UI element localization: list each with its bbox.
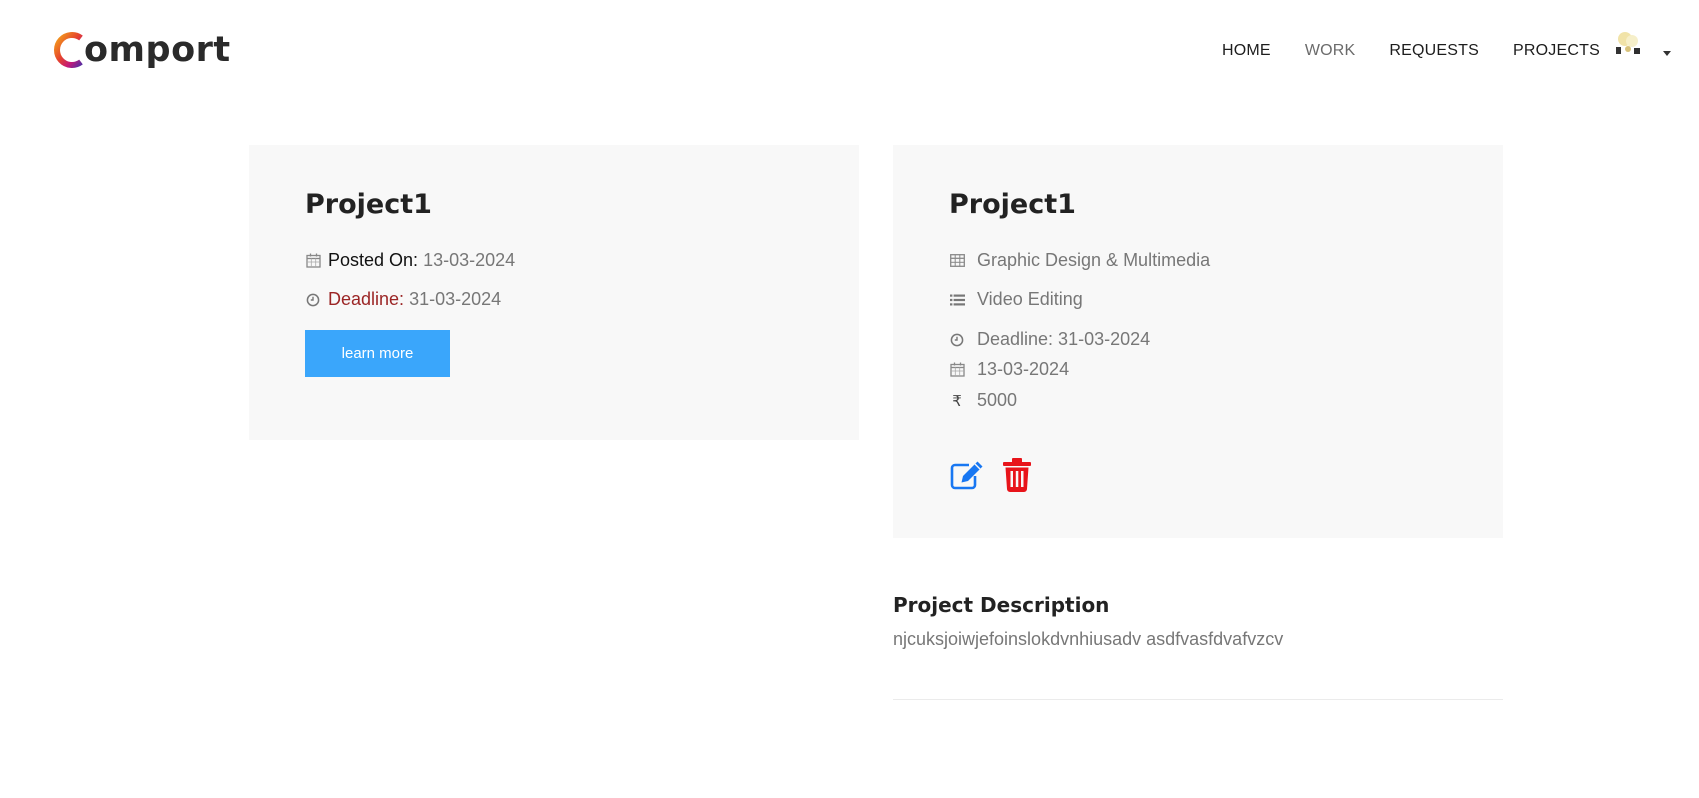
calendar-icon (949, 362, 965, 378)
nav-work[interactable]: WORK (1305, 42, 1356, 60)
list-icon (949, 292, 965, 308)
chevron-down-icon[interactable] (1663, 51, 1671, 56)
deadline-label: Deadline: (328, 289, 405, 309)
posted-on-value: 13-03-2024 (423, 250, 516, 270)
nav-home[interactable]: HOME (1222, 42, 1271, 60)
divider (893, 699, 1503, 700)
subcategory-row: Video Editing (949, 289, 1083, 310)
category-text: Graphic Design & Multimedia (977, 250, 1211, 270)
project-description-title: Project Description (893, 593, 1110, 617)
avatar[interactable] (1612, 29, 1646, 57)
posted-row: 13-03-2024 (949, 359, 1069, 380)
logo-text: omport (84, 30, 231, 70)
budget-row: ₹ 5000 (949, 390, 1017, 411)
deadline-row: Deadline: 31-03-2024 (949, 329, 1150, 350)
rupee-icon: ₹ (952, 392, 962, 410)
nav-requests[interactable]: REQUESTS (1389, 42, 1479, 60)
deadline-value: 31-03-2024 (409, 289, 502, 309)
project-title: Project1 (305, 189, 432, 220)
deadline-text: Deadline: 31-03-2024 (977, 329, 1151, 349)
clock-icon (949, 332, 965, 348)
category-row: Graphic Design & Multimedia (949, 250, 1210, 271)
logo-c-icon (54, 32, 83, 68)
edit-icon[interactable] (949, 459, 985, 491)
nav-projects[interactable]: PROJECTS (1513, 42, 1600, 60)
project-detail-card: Project1 Graphic Design & Multimedia Vid… (893, 145, 1503, 538)
learn-more-button[interactable]: learn more (305, 330, 450, 377)
budget-value: 5000 (977, 390, 1018, 410)
table-icon (949, 253, 965, 269)
project-summary-card: Project1 Posted On: 13-03-2024 Deadline:… (249, 145, 859, 440)
calendar-icon (305, 253, 321, 269)
deadline-row: Deadline: 31-03-2024 (305, 289, 501, 310)
clock-icon (305, 292, 321, 308)
top-navbar: omport HOME WORK REQUESTS PROJECTS (0, 0, 1699, 100)
posted-date: 13-03-2024 (977, 359, 1070, 379)
project-description-text: njcuksjoiwjefoinslokdvnhiusadv asdfvasfd… (893, 629, 1284, 649)
subcategory-text: Video Editing (977, 289, 1083, 309)
project-title: Project1 (949, 189, 1076, 220)
posted-on-row: Posted On: 13-03-2024 (305, 250, 515, 271)
card-actions (949, 458, 1031, 492)
main-nav: HOME WORK REQUESTS PROJECTS (1222, 42, 1634, 60)
posted-on-label: Posted On: (328, 250, 419, 270)
trash-icon[interactable] (1003, 458, 1031, 492)
brand-logo[interactable]: omport (52, 28, 231, 72)
